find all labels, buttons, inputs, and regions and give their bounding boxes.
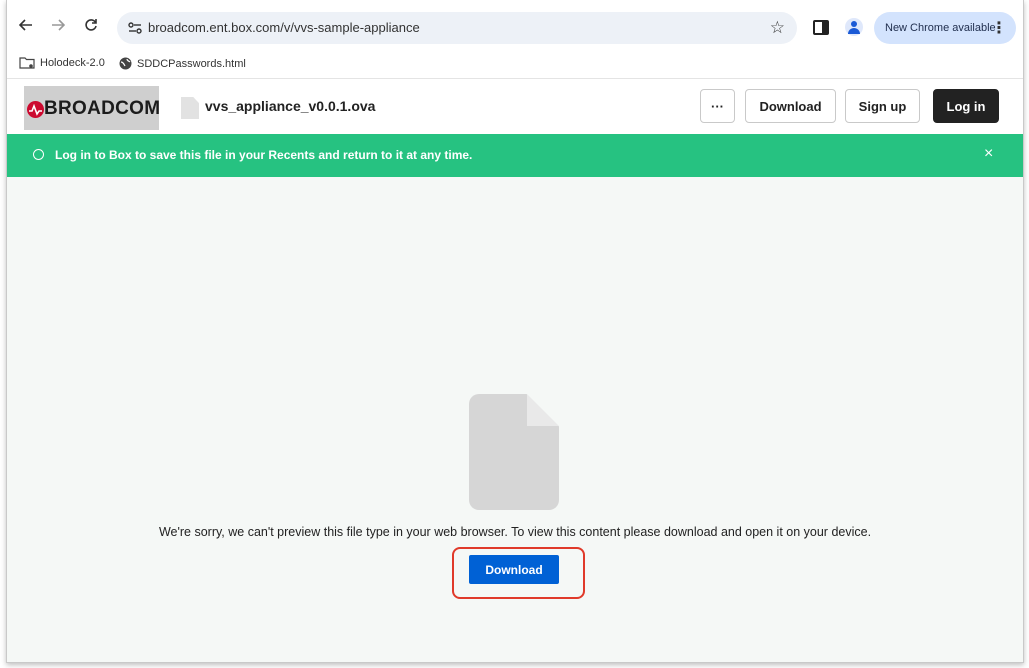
browser-toolbar: broadcom.ent.box.com/v/vvs-sample-applia… <box>7 0 1023 50</box>
user-icon <box>33 149 44 160</box>
preview-area: We're sorry, we can't preview this file … <box>7 177 1023 662</box>
broadcom-mark-icon <box>27 101 44 118</box>
bookmark-star-icon[interactable]: ☆ <box>770 18 785 38</box>
browser-window: broadcom.ent.box.com/v/vvs-sample-applia… <box>6 0 1024 663</box>
preview-download-button[interactable]: Download <box>469 555 559 584</box>
kebab-menu-icon[interactable]: ⋮ <box>991 18 1007 38</box>
file-fold-icon <box>527 394 559 426</box>
broadcom-logo[interactable]: BROADCOM <box>24 86 161 130</box>
header-download-button[interactable]: Download <box>745 89 836 123</box>
logo-text: BROADCOM <box>44 98 161 119</box>
reload-button[interactable] <box>80 14 102 36</box>
address-bar[interactable]: broadcom.ent.box.com/v/vvs-sample-applia… <box>117 12 797 44</box>
chrome-update-button[interactable]: New Chrome available ⋮ <box>874 12 1016 44</box>
generic-file-icon <box>469 394 559 510</box>
login-button[interactable]: Log in <box>933 89 999 123</box>
forward-arrow-icon <box>52 19 65 31</box>
globe-icon <box>119 57 132 70</box>
banner-text: Log in to Box to save this file in your … <box>55 148 473 162</box>
preview-unavailable-message: We're sorry, we can't preview this file … <box>158 525 872 539</box>
update-label: New Chrome available <box>885 22 996 34</box>
folder-icon <box>19 57 35 69</box>
profile-avatar-icon[interactable] <box>845 18 863 36</box>
bookmark-label: Holodeck-2.0 <box>40 57 105 69</box>
bookmark-holodeck[interactable]: Holodeck-2.0 <box>19 57 105 69</box>
back-arrow-icon <box>19 19 32 31</box>
close-icon[interactable]: × <box>984 145 993 163</box>
signup-button[interactable]: Sign up <box>845 89 920 123</box>
forward-button[interactable] <box>47 14 69 36</box>
more-options-button[interactable]: ··· <box>700 89 735 123</box>
login-banner: Log in to Box to save this file in your … <box>7 134 1023 177</box>
back-button[interactable] <box>15 14 37 36</box>
bookmarks-bar: Holodeck-2.0 SDDCPasswords.html <box>7 50 1023 79</box>
reload-icon <box>85 19 97 31</box>
box-header: BROADCOM vvs_appliance_v0.0.1.ova ··· Do… <box>7 79 1023 135</box>
file-name: vvs_appliance_v0.0.1.ova <box>205 98 376 114</box>
bookmark-sddcpasswords[interactable]: SDDCPasswords.html <box>119 57 246 70</box>
side-panel-icon[interactable] <box>813 20 829 35</box>
site-settings-icon[interactable] <box>127 20 143 36</box>
bookmark-label: SDDCPasswords.html <box>137 57 246 70</box>
url-text[interactable]: broadcom.ent.box.com/v/vvs-sample-applia… <box>148 20 420 35</box>
file-icon <box>181 97 199 119</box>
